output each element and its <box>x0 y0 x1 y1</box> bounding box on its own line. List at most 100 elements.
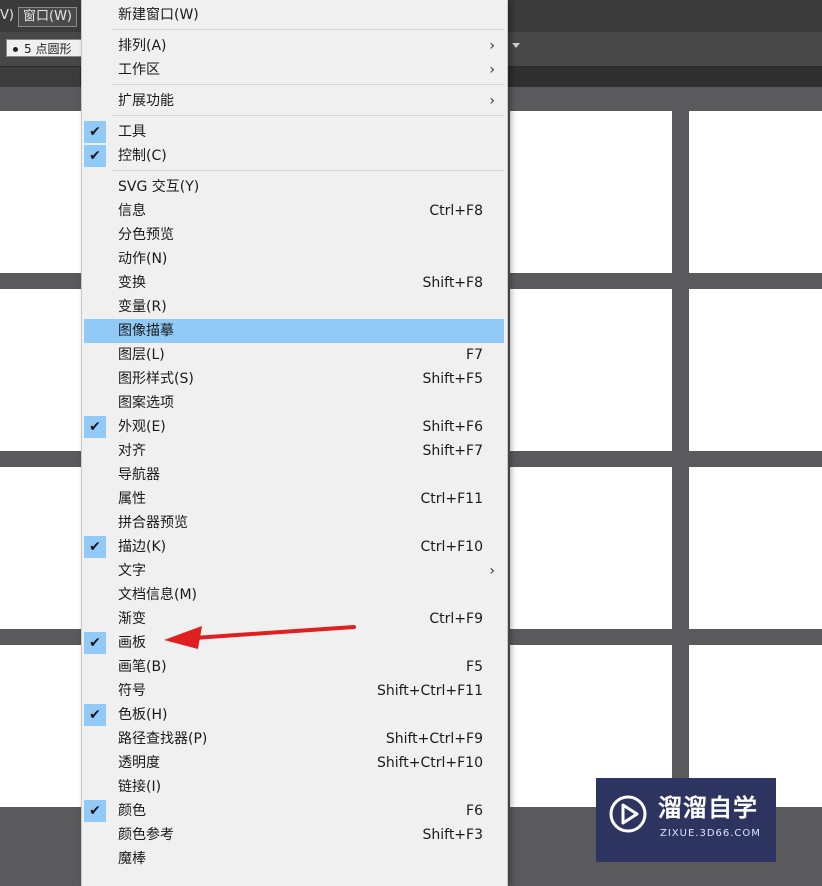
artboard[interactable] <box>689 111 822 273</box>
menu-item-label: 魔棒 <box>118 851 146 867</box>
menu-item[interactable]: 魔棒 <box>82 847 507 871</box>
menu-item-shortcut: Ctrl+F8 <box>429 203 483 219</box>
menu-item[interactable]: 扩展功能 › <box>82 89 507 113</box>
menu-item[interactable]: 对齐 Shift+F7 <box>82 439 507 463</box>
menu-item-shortcut: F7 <box>466 347 483 363</box>
menu-item[interactable]: 变量(R) <box>82 295 507 319</box>
menu-item[interactable]: ✔ 色板(H) <box>82 703 507 727</box>
menu-item[interactable]: 路径查找器(P) Shift+Ctrl+F9 <box>82 727 507 751</box>
menu-item-label: 颜色参考 <box>118 827 174 843</box>
artboard[interactable] <box>0 111 81 273</box>
artboard[interactable] <box>0 645 81 807</box>
menu-item[interactable]: 图形样式(S) Shift+F5 <box>82 367 507 391</box>
menu-item[interactable]: 图层(L) F7 <box>82 343 507 367</box>
menu-item[interactable]: ✔ 描边(K) Ctrl+F10 <box>82 535 507 559</box>
menu-separator <box>112 84 504 85</box>
menu-separator <box>112 115 504 116</box>
menu-item-label: 描边(K) <box>118 539 167 555</box>
menu-item[interactable]: 拼合器预览 <box>82 511 507 535</box>
menu-item-label: 色板(H) <box>118 707 168 723</box>
submenu-chevron-icon: › <box>489 62 495 78</box>
red-arrow-annotation <box>164 625 356 649</box>
menu-item[interactable]: 链接(I) <box>82 775 507 799</box>
menu-separator <box>112 170 504 171</box>
artboard[interactable] <box>510 111 672 273</box>
menu-item-shortcut: Shift+Ctrl+F11 <box>376 683 483 699</box>
watermark-title: 溜溜自学 <box>658 794 758 822</box>
menu-item[interactable]: ✔ 颜色 F6 <box>82 799 507 823</box>
menu-item-label: 图案选项 <box>118 395 174 411</box>
menu-item[interactable]: ✔ 控制(C) <box>82 144 507 168</box>
menu-item[interactable]: 动作(N) <box>82 247 507 271</box>
menu-item-label: 动作(N) <box>118 251 168 267</box>
checkmark-icon: ✔ <box>84 704 106 726</box>
artboard[interactable] <box>689 467 822 629</box>
menu-item-label: 变换 <box>118 275 146 291</box>
menu-item-shortcut: F6 <box>466 803 483 819</box>
menu-item[interactable]: 透明度 Shift+Ctrl+F10 <box>82 751 507 775</box>
menu-item-shortcut: Shift+Ctrl+F10 <box>376 755 483 771</box>
watermark-logo: 溜溜自学 ZIXUE.3D66.COM <box>596 778 776 862</box>
menu-item-label: 变量(R) <box>118 299 167 315</box>
menu-item-label: 工作区 <box>118 62 160 78</box>
brush-definition-select[interactable]: 5 点圆形 <box>6 39 86 57</box>
menu-item-shortcut: Shift+F6 <box>422 419 483 435</box>
menu-item-shortcut: Ctrl+F10 <box>420 539 483 555</box>
checkmark-icon: ✔ <box>84 121 106 143</box>
menu-item[interactable]: 工作区 › <box>82 58 507 82</box>
artboard[interactable] <box>510 467 672 629</box>
menu-item[interactable]: 分色预览 <box>82 223 507 247</box>
menu-item[interactable]: 文档信息(M) <box>82 583 507 607</box>
menu-item-label: 颜色 <box>118 803 146 819</box>
menu-item[interactable]: 信息 Ctrl+F8 <box>82 199 507 223</box>
menu-item[interactable]: 图案选项 <box>82 391 507 415</box>
brush-dot-icon <box>13 47 18 52</box>
menu-item-label: 画板 <box>118 635 146 651</box>
document-tab[interactable] <box>0 67 80 87</box>
dropdown-caret-icon[interactable] <box>512 43 520 48</box>
submenu-chevron-icon: › <box>489 563 495 579</box>
menu-item-label: 透明度 <box>118 755 160 771</box>
menu-item-label: 外观(E) <box>118 419 166 435</box>
menu-item[interactable]: 新建窗口(W) <box>82 3 507 27</box>
submenu-chevron-icon: › <box>489 93 495 109</box>
menu-item-label: 图形样式(S) <box>118 371 194 387</box>
brush-label: 5 点圆形 <box>24 42 72 56</box>
menu-item-label: 工具 <box>118 124 146 140</box>
menu-item-label: 渐变 <box>118 611 146 627</box>
menu-item-label: 图像描摹 <box>118 323 174 339</box>
menu-item[interactable]: ✔ 工具 <box>82 120 507 144</box>
menu-item-label: 文档信息(M) <box>118 587 198 603</box>
menu-item[interactable]: ✔ 外观(E) Shift+F6 <box>82 415 507 439</box>
checkmark-icon: ✔ <box>84 145 106 167</box>
menu-window[interactable]: 窗口(W) <box>18 7 77 27</box>
menu-item-shortcut: F5 <box>466 659 483 675</box>
menu-item[interactable]: 画笔(B) F5 <box>82 655 507 679</box>
menu-item[interactable]: 属性 Ctrl+F11 <box>82 487 507 511</box>
menu-item[interactable]: 导航器 <box>82 463 507 487</box>
menu-view-fragment[interactable]: V) <box>0 7 14 25</box>
menu-item-label: SVG 交互(Y) <box>118 179 200 195</box>
menu-item-label: 画笔(B) <box>118 659 167 675</box>
artboard[interactable] <box>0 289 81 451</box>
play-icon <box>609 795 647 833</box>
menu-item[interactable]: 变换 Shift+F8 <box>82 271 507 295</box>
submenu-chevron-icon: › <box>489 38 495 54</box>
checkmark-icon: ✔ <box>84 800 106 822</box>
checkmark-icon: ✔ <box>84 416 106 438</box>
menu-item-label: 拼合器预览 <box>118 515 188 531</box>
menu-item[interactable]: 符号 Shift+Ctrl+F11 <box>82 679 507 703</box>
checkmark-icon: ✔ <box>84 536 106 558</box>
menu-item-label: 文字 <box>118 563 146 579</box>
menu-item-label: 信息 <box>118 203 146 219</box>
menu-item[interactable]: 颜色参考 Shift+F3 <box>82 823 507 847</box>
menu-item[interactable]: 排列(A) › <box>82 34 507 58</box>
menu-item[interactable]: 文字 › <box>82 559 507 583</box>
artboard[interactable] <box>689 289 822 451</box>
menu-item[interactable]: SVG 交互(Y) <box>82 175 507 199</box>
artboard[interactable] <box>0 467 81 629</box>
menu-item[interactable]: 图像描摹 <box>84 319 504 343</box>
menu-item-label: 分色预览 <box>118 227 174 243</box>
artboard[interactable] <box>510 289 672 451</box>
menu-item-shortcut: Ctrl+F9 <box>429 611 483 627</box>
